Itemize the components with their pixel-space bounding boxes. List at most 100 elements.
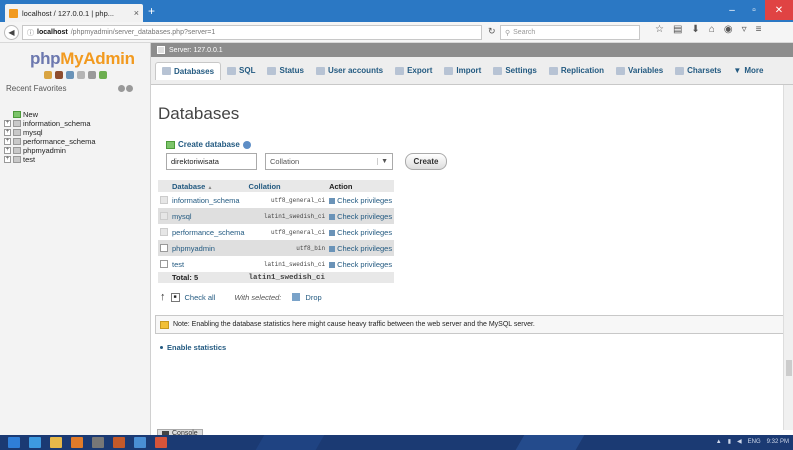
- tab-databases[interactable]: Databases: [155, 61, 222, 80]
- main-scrollbar[interactable]: [783, 85, 793, 430]
- search-input[interactable]: ⚲ Search: [500, 25, 640, 40]
- close-window-button[interactable]: ✕: [765, 0, 793, 20]
- database-name-input[interactable]: [166, 153, 257, 170]
- table-row: mysql latin1_swedish_ci Check privileges: [158, 208, 395, 224]
- arrow-up-icon: ↑: [160, 291, 166, 303]
- tab-variables[interactable]: Variables: [610, 62, 669, 79]
- expand-icon[interactable]: +: [4, 156, 11, 163]
- check-privileges-link[interactable]: Check privileges: [327, 224, 395, 240]
- drop-button[interactable]: Drop: [305, 293, 321, 302]
- docs-sql-icon[interactable]: [77, 71, 85, 79]
- word-icon[interactable]: [134, 437, 146, 448]
- tab-more[interactable]: ▼ More: [727, 62, 769, 79]
- replication-icon: [548, 66, 558, 75]
- tree-item-test[interactable]: + test: [4, 155, 96, 164]
- sort-asc-icon: ▲: [207, 184, 213, 191]
- language-indicator[interactable]: ENG: [748, 439, 761, 445]
- server-icon: [157, 46, 165, 54]
- enable-statistics-link[interactable]: Enable statistics: [160, 343, 226, 352]
- tab-sql[interactable]: SQL: [221, 62, 261, 79]
- home-icon[interactable]: [44, 71, 52, 79]
- collation-select[interactable]: Collation ▼: [265, 153, 393, 170]
- row-checkbox[interactable]: [160, 260, 168, 268]
- privileges-icon: [329, 213, 336, 220]
- info-icon: ⓘ: [27, 29, 34, 37]
- firefox-icon[interactable]: [113, 437, 125, 448]
- docs-icon[interactable]: [66, 71, 74, 79]
- favorites-link[interactable]: Favorites: [34, 84, 67, 93]
- import-icon: [444, 66, 454, 75]
- ie-icon[interactable]: [29, 437, 41, 448]
- check-privileges-link[interactable]: Check privileges: [327, 256, 395, 272]
- reading-list-icon[interactable]: ▤: [673, 24, 682, 35]
- column-database[interactable]: Database ▲: [170, 180, 247, 192]
- bookmark-star-icon[interactable]: ☆: [655, 24, 664, 35]
- drop-icon: [292, 293, 301, 301]
- check-privileges-link[interactable]: Check privileges: [327, 192, 395, 208]
- row-checkbox[interactable]: [160, 244, 168, 252]
- tab-import[interactable]: Import: [438, 62, 487, 79]
- download-icon[interactable]: ⬇: [691, 24, 699, 35]
- menu-icon[interactable]: ≡: [756, 24, 762, 35]
- tree-item-information-schema[interactable]: + information_schema: [4, 119, 96, 128]
- check-privileges-link[interactable]: Check privileges: [327, 208, 395, 224]
- tray-arrow-icon[interactable]: ▲: [716, 439, 722, 445]
- expand-icon[interactable]: +: [4, 147, 11, 154]
- expand-icon[interactable]: +: [4, 120, 11, 127]
- server-link[interactable]: Server: 127.0.0.1: [169, 47, 223, 54]
- database-name-link[interactable]: performance_schema: [170, 224, 247, 240]
- shield-icon[interactable]: ▿: [742, 24, 747, 35]
- url-host: localhost: [37, 29, 68, 36]
- expand-icon[interactable]: +: [4, 138, 11, 145]
- database-name-link[interactable]: phpmyadmin: [170, 240, 247, 256]
- nav-quick-icons: [44, 71, 107, 79]
- wrench-icon: [493, 66, 503, 75]
- start-icon[interactable]: [8, 437, 20, 448]
- logout-icon[interactable]: [55, 71, 63, 79]
- new-tab-button[interactable]: +: [148, 4, 155, 18]
- xampp-icon[interactable]: [71, 437, 83, 448]
- pma-logo[interactable]: phpMyAdmin: [30, 49, 135, 69]
- create-button[interactable]: Create: [405, 153, 447, 170]
- tab-close-icon[interactable]: ×: [134, 8, 139, 18]
- reload-icon[interactable]: ↻: [488, 26, 496, 37]
- back-button[interactable]: ◀: [4, 25, 19, 40]
- collapse-all-icon[interactable]: [118, 85, 134, 94]
- home-icon[interactable]: ⌂: [709, 24, 715, 35]
- explorer-icon[interactable]: [50, 437, 62, 448]
- tab-status[interactable]: Status: [261, 62, 309, 79]
- pocket-icon[interactable]: ◉: [724, 24, 733, 35]
- column-collation[interactable]: Collation: [246, 180, 328, 192]
- powerpoint-icon[interactable]: [155, 437, 167, 448]
- tab-replication[interactable]: Replication: [543, 62, 610, 79]
- tree-item-phpmyadmin[interactable]: + phpmyadmin: [4, 146, 96, 155]
- tab-settings[interactable]: Settings: [487, 62, 543, 79]
- check-privileges-link[interactable]: Check privileges: [327, 240, 395, 256]
- check-all-checkbox[interactable]: ■: [170, 292, 180, 302]
- os-taskbar: ▲ ▮ ◀ ENG 9:32 PM: [0, 435, 793, 450]
- maximize-button[interactable]: ▫: [743, 0, 765, 20]
- tree-item-new[interactable]: New: [4, 110, 96, 119]
- expand-icon[interactable]: +: [4, 129, 11, 136]
- help-icon[interactable]: [242, 140, 251, 149]
- volume-icon[interactable]: ◀: [737, 438, 742, 445]
- tab-user-accounts[interactable]: User accounts: [310, 62, 389, 79]
- settings-icon[interactable]: [88, 71, 96, 79]
- scrollbar-thumb[interactable]: [786, 360, 792, 376]
- reload-nav-icon[interactable]: [99, 71, 107, 79]
- clock[interactable]: 9:32 PM: [767, 439, 789, 445]
- database-name-link[interactable]: test: [170, 256, 247, 272]
- tab-export[interactable]: Export: [389, 62, 438, 79]
- url-bar[interactable]: ⓘ localhost/phpmyadmin/server_databases.…: [22, 25, 482, 40]
- app-icon[interactable]: [92, 437, 104, 448]
- network-icon[interactable]: ▮: [728, 438, 731, 445]
- browser-tab[interactable]: localhost / 127.0.0.1 | php... ×: [5, 4, 143, 22]
- check-all-label[interactable]: Check all: [185, 293, 216, 302]
- minimize-button[interactable]: –: [721, 0, 743, 20]
- database-name-link[interactable]: mysql: [170, 208, 247, 224]
- database-name-link[interactable]: information_schema: [170, 192, 247, 208]
- tree-item-mysql[interactable]: + mysql: [4, 128, 96, 137]
- recent-link[interactable]: Recent: [6, 84, 31, 93]
- tree-item-performance-schema[interactable]: + performance_schema: [4, 137, 96, 146]
- tab-charsets[interactable]: Charsets: [669, 62, 727, 79]
